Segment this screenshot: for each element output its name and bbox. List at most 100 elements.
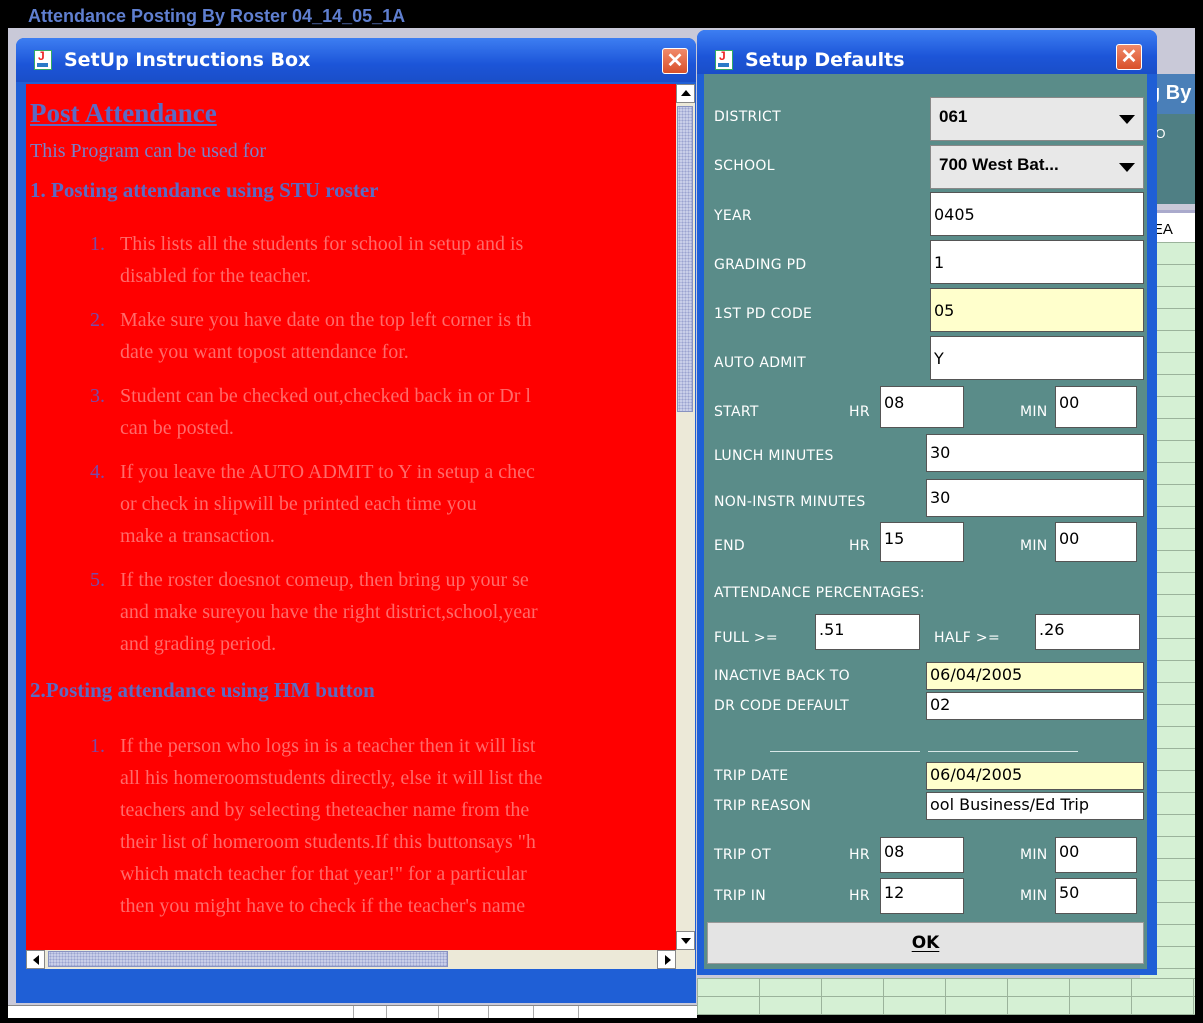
setup-window-title: Setup Defaults: [745, 49, 905, 71]
list-item-number: 3.: [90, 385, 105, 407]
close-icon: ✕: [666, 50, 684, 72]
full-percentage-field[interactable]: .51: [815, 614, 920, 650]
instructions-window-title: SetUp Instructions Box: [64, 49, 311, 71]
trip-reason-field[interactable]: ool Business/Ed Trip: [926, 792, 1144, 820]
lunch-minutes-label: LUNCH MINUTES: [714, 448, 834, 464]
auto-admit-label: AUTO ADMIT: [714, 355, 806, 371]
trip-in-hr-field[interactable]: 12: [880, 878, 964, 914]
school-value: 700 West Bat...: [939, 155, 1059, 174]
separator-line: [928, 751, 1078, 752]
trip-ot-label: TRIP OT: [714, 847, 771, 863]
horizontal-scroll-thumb[interactable]: [48, 951, 448, 967]
district-select[interactable]: 061: [930, 97, 1144, 141]
chevron-down-icon[interactable]: [1119, 163, 1135, 172]
district-label: DISTRICT: [714, 109, 781, 125]
java-app-icon: [715, 49, 733, 70]
section2-title: 2.Posting attendance using HM button: [30, 678, 375, 702]
instructions-intro: This Program can be used for: [30, 140, 267, 162]
trip-in-label: TRIP IN: [714, 888, 767, 904]
dr-code-default-label: DR CODE DEFAULT: [714, 698, 849, 714]
list-item-text: all his homeroomstudents directly, else …: [120, 767, 543, 789]
ok-button[interactable]: OK: [707, 922, 1144, 964]
list-item-text: can be posted.: [120, 417, 234, 439]
trip-date-field[interactable]: 06/04/2005: [926, 762, 1144, 790]
school-label: SCHOOL: [714, 158, 775, 174]
setup-titlebar[interactable]: Setup Defaults ✕: [697, 30, 1157, 74]
trip-date-label: TRIP DATE: [714, 768, 789, 784]
list-item-text: disabled for the teacher.: [120, 265, 312, 287]
background-window-title: Attendance Posting By Roster 04_14_05_1A: [28, 6, 406, 26]
background-roster-grid-bottom[interactable]: [697, 978, 1195, 1015]
start-min-label: MIN: [1020, 404, 1048, 420]
close-button[interactable]: ✕: [662, 48, 688, 74]
scroll-left-arrow-icon[interactable]: [26, 950, 45, 969]
scroll-up-arrow-icon[interactable]: [676, 84, 695, 103]
list-item-text: If the roster doesnot comeup, then bring…: [120, 569, 529, 591]
section1-list: 1. This lists all the students for school…: [26, 228, 676, 672]
trip-in-hr-label: HR: [849, 888, 870, 904]
inactive-back-to-field[interactable]: 06/04/2005: [926, 662, 1144, 690]
setup-defaults-window: Setup Defaults ✕ DISTRICT 061 SCHOOL 700…: [697, 30, 1157, 975]
year-label: YEAR: [714, 208, 752, 224]
trip-reason-label: TRIP REASON: [714, 798, 812, 814]
trip-ot-hr-field[interactable]: 08: [880, 837, 964, 873]
half-label: HALF >=: [934, 630, 1000, 646]
dr-code-default-field[interactable]: 02: [926, 692, 1144, 720]
year-field[interactable]: 0405: [930, 192, 1144, 236]
start-hr-label: HR: [849, 404, 870, 420]
list-item-text: Make sure you have date on the top left …: [120, 309, 532, 331]
trip-in-min-field[interactable]: 50: [1055, 878, 1137, 914]
attendance-percentages-label: ATTENDANCE PERCENTAGES:: [714, 585, 925, 601]
horizontal-scrollbar[interactable]: [26, 950, 676, 969]
first-pd-code-field[interactable]: 05: [930, 288, 1144, 332]
list-item-text: If the person who logs in is a teacher t…: [120, 735, 536, 757]
trip-in-min-label: MIN: [1020, 888, 1048, 904]
scroll-right-arrow-icon[interactable]: [657, 950, 676, 969]
end-label: END: [714, 538, 745, 554]
end-hr-label: HR: [849, 538, 870, 554]
list-item-text: Student can be checked out,checked back …: [120, 385, 531, 407]
list-item: 2. Make sure you have date on the top lef…: [26, 304, 676, 368]
close-button[interactable]: ✕: [1116, 44, 1142, 70]
end-min-field[interactable]: 00: [1055, 522, 1137, 562]
list-item: 1. This lists all the students for school…: [26, 228, 676, 292]
grading-pd-label: GRADING PD: [714, 257, 807, 273]
instructions-titlebar[interactable]: SetUp Instructions Box ✕: [16, 38, 696, 82]
scroll-down-arrow-icon[interactable]: [676, 931, 695, 950]
start-hr-field[interactable]: 08: [880, 386, 964, 428]
end-hr-field[interactable]: 15: [880, 522, 964, 562]
list-item-text: and make sureyou have the right district…: [120, 601, 538, 623]
chevron-down-icon[interactable]: [1119, 115, 1135, 124]
list-item-text: then you might have to check if the teac…: [120, 895, 526, 917]
instructions-heading: Post Attendance: [30, 98, 217, 128]
trip-ot-min-label: MIN: [1020, 847, 1048, 863]
separator-line: [770, 751, 920, 752]
list-item-number: 5.: [90, 569, 105, 591]
non-instr-minutes-field[interactable]: 30: [926, 479, 1144, 517]
auto-admit-field[interactable]: Y: [930, 336, 1144, 380]
background-bottom-row: [8, 1005, 697, 1018]
list-item-number: 1.: [90, 735, 105, 757]
section2-list: 1. If the person who logs in is a teacher…: [26, 730, 676, 934]
lunch-minutes-field[interactable]: 30: [926, 434, 1144, 472]
java-app-icon: [34, 49, 52, 70]
vertical-scroll-thumb[interactable]: [677, 106, 693, 412]
full-label: FULL >=: [714, 630, 778, 646]
school-select[interactable]: 700 West Bat...: [930, 145, 1144, 189]
start-label: START: [714, 404, 759, 420]
district-value: 061: [939, 107, 968, 126]
vertical-scrollbar[interactable]: [676, 84, 695, 950]
start-min-field[interactable]: 00: [1055, 386, 1137, 428]
list-item-number: 4.: [90, 461, 105, 483]
list-item-text: This lists all the students for school i…: [120, 233, 524, 255]
list-item: 5. If the roster doesnot comeup, then bri…: [26, 564, 676, 660]
trip-ot-min-field[interactable]: 00: [1055, 837, 1137, 873]
grading-pd-field[interactable]: 1: [930, 240, 1144, 284]
non-instr-minutes-label: NON-INSTR MINUTES: [714, 494, 866, 510]
list-item-number: 1.: [90, 233, 105, 255]
half-percentage-field[interactable]: .26: [1035, 614, 1140, 650]
list-item-text: If you leave the AUTO ADMIT to Y in setu…: [120, 461, 535, 483]
list-item: 1. If the person who logs in is a teacher…: [26, 730, 676, 922]
list-item-text: or check in slipwill be printed each tim…: [120, 493, 477, 515]
close-icon: ✕: [1120, 46, 1138, 68]
